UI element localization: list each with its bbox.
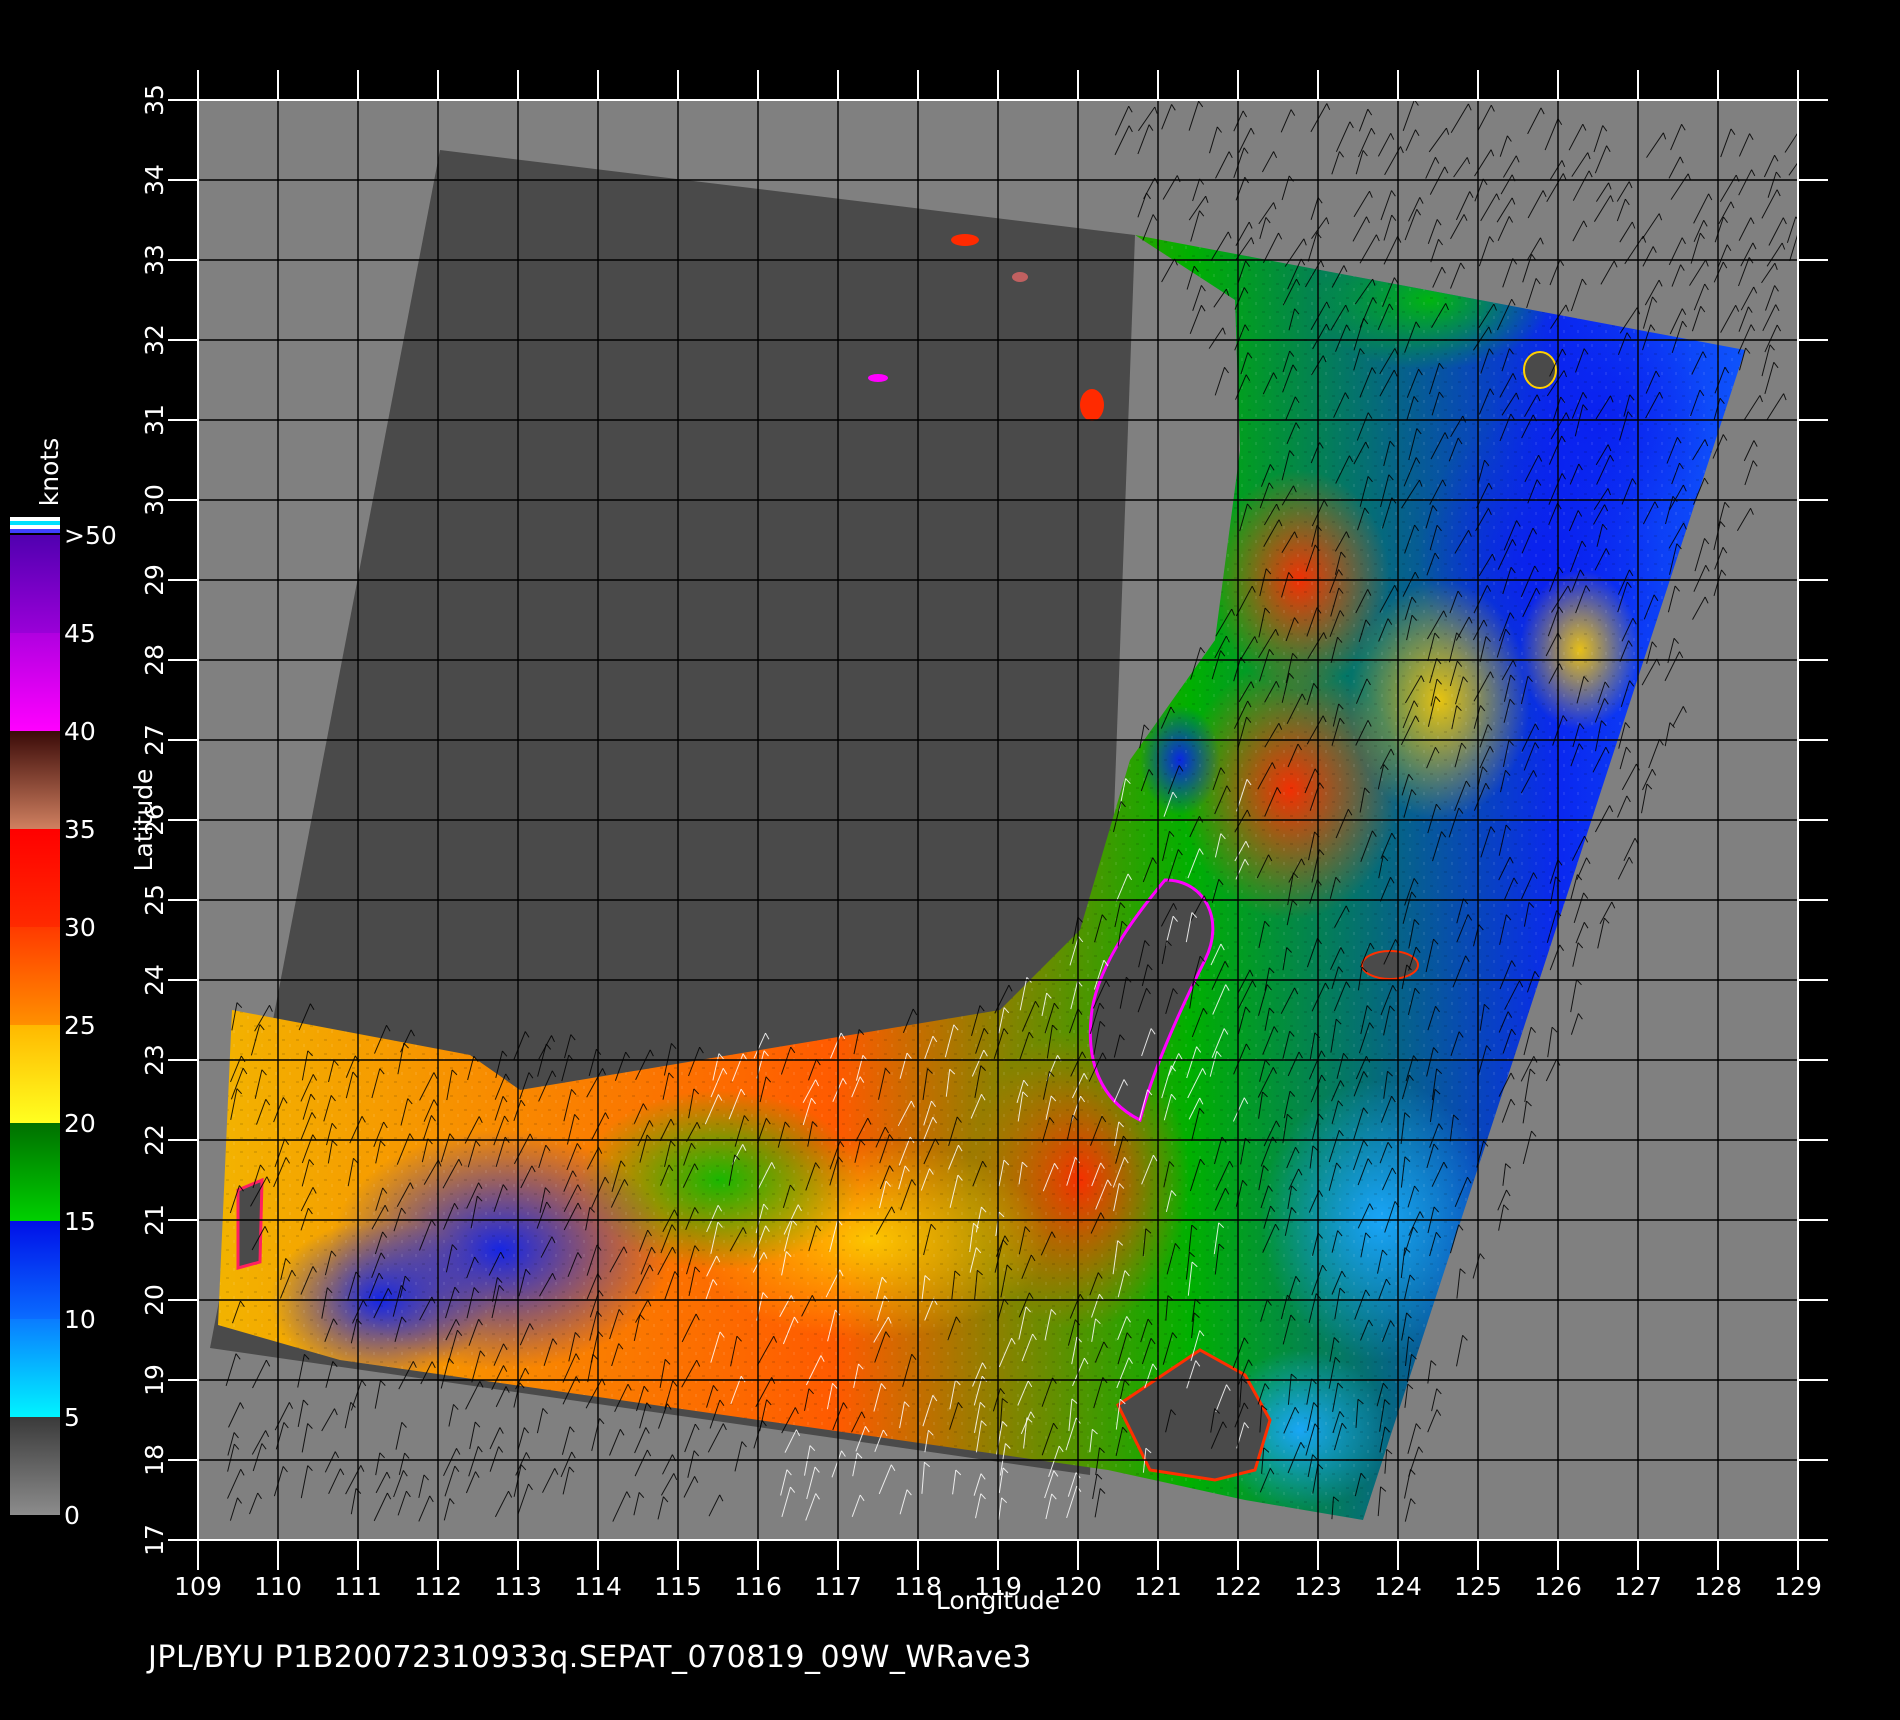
lon-tick-label: 116 [734,1572,782,1601]
lon-tick-label: 125 [1454,1572,1502,1601]
colorbar-band [10,1221,60,1319]
lon-tick-label: 111 [334,1572,382,1601]
lon-tick-label: 110 [254,1572,302,1601]
lat-tick-label: 24 [140,964,169,996]
small-island [1012,272,1028,282]
lon-tick-label: 121 [1134,1572,1182,1601]
lon-tick-label: 113 [494,1572,542,1601]
colorbar-label: 35 [64,815,96,844]
lon-tick-label: 115 [654,1572,702,1601]
lat-tick-label: 22 [140,1124,169,1156]
wind-barb-flag [1799,230,1803,236]
lat-tick-label: 17 [140,1524,169,1556]
colorbar-cap [10,525,60,529]
lat-tick-label: 35 [140,84,169,116]
lat-tick-label: 29 [140,564,169,596]
hainan-island [236,1177,264,1270]
lon-tick-label: 120 [1054,1572,1102,1601]
colorbar-label: >50 [64,521,117,550]
colorbar-band [10,1025,60,1123]
lat-tick-label: 28 [140,644,169,676]
colorbar-bands [10,517,60,1515]
small-island [1523,351,1557,389]
small-island [1361,950,1419,980]
lon-tick-label: 127 [1614,1572,1662,1601]
colorbar-label: 30 [64,913,96,942]
colorbar-label: 25 [64,1011,96,1040]
lon-tick-label: 126 [1534,1572,1582,1601]
lat-tick-label: 23 [140,1044,169,1076]
colorbar-band [10,731,60,829]
lon-tick-label: 118 [894,1572,942,1601]
colorbar-label: 20 [64,1109,96,1138]
colorbar-labels: 0 5 10 15 20 25 30 35 40 45 >50 [64,521,117,1530]
colorbar-band [10,535,60,633]
wind-barb-flag [1804,124,1807,131]
colorbar-band [10,1417,60,1515]
colorbar-cap [10,517,60,521]
colorbar-band [10,927,60,1025]
colorbar-unit: knots [35,438,64,506]
wind-map: 109 110 111 112 113 114 115 116 117 118 119 120 121 1… [10,70,1828,1615]
lon-tick-label: 128 [1694,1572,1742,1601]
lon-tick-label: 129 [1774,1572,1822,1601]
lat-tick-label: 27 [140,724,169,756]
wind-barb-flag [1807,150,1809,157]
colorbar: 0 5 10 15 20 25 30 35 40 45 >50 knots [10,438,117,1530]
small-island [951,234,979,246]
lat-tick-label: 21 [140,1204,169,1236]
small-island [868,374,888,382]
lat-tick-label: 30 [140,484,169,516]
lon-tick-label: 112 [414,1572,462,1601]
lon-tick-label: 117 [814,1572,862,1601]
colorbar-label: 5 [64,1403,80,1432]
lat-lon-grid [198,100,1798,1540]
colorbar-label: 0 [64,1501,80,1530]
colorbar-cap [10,521,60,525]
lat-tick-label: 33 [140,244,169,276]
lat-tick-label: 31 [140,404,169,436]
lon-tick-label: 109 [174,1572,222,1601]
lat-tick-label: 18 [140,1444,169,1476]
x-axis-title: Longitude [936,1586,1060,1615]
colorbar-label: 40 [64,717,96,746]
footer-caption: JPL/BYU P1B20072310933q.SEPAT_070819_09W… [148,1640,1032,1675]
plot-area [198,100,1809,1540]
colorbar-band [10,1319,60,1417]
colorbar-label: 10 [64,1305,96,1334]
lat-tick-label: 32 [140,324,169,356]
lon-tick-label: 124 [1374,1572,1422,1601]
colorbar-band [10,1123,60,1221]
lat-tick-label: 20 [140,1284,169,1316]
small-island [1080,389,1104,421]
y-axis-title: Latitude [129,769,158,872]
colorbar-band [10,829,60,927]
colorbar-label: 15 [64,1207,96,1236]
lat-tick-label: 19 [140,1364,169,1396]
colorbar-band [10,633,60,731]
colorbar-label: 45 [64,619,96,648]
lat-tick-label: 25 [140,884,169,916]
lat-tick-label: 34 [140,164,169,196]
lon-tick-label: 123 [1294,1572,1342,1601]
lon-tick-label: 114 [574,1572,622,1601]
lon-tick-label: 122 [1214,1572,1262,1601]
colorbar-cap [10,529,60,533]
